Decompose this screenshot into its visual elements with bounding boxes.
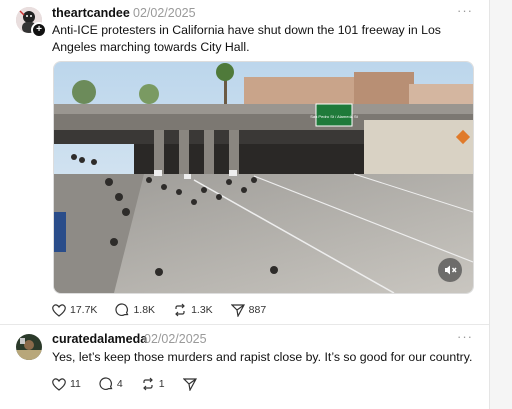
post-1: + theartcandee 02/02/2025 ··· Anti-ICE p… <box>0 0 489 325</box>
comment-icon <box>99 377 113 390</box>
reply-count: 4 <box>116 378 123 390</box>
video-player[interactable]: San Pedro St / Alameda St <box>53 61 474 294</box>
share-button[interactable]: 887 <box>230 303 267 317</box>
avatar-image <box>16 334 42 360</box>
freeway-sign-text: San Pedro St / Alameda St <box>310 114 358 119</box>
like-button[interactable]: 17.7K <box>52 303 98 317</box>
reply-button[interactable]: 4 <box>99 377 123 391</box>
feed-panel: + theartcandee 02/02/2025 ··· Anti-ICE p… <box>0 0 490 409</box>
reply-count: 1.8K <box>133 304 156 316</box>
share-button[interactable] <box>182 377 201 391</box>
share-count: 887 <box>248 304 267 316</box>
avatar[interactable] <box>16 334 42 360</box>
video-frame: San Pedro St / Alameda St <box>54 62 473 293</box>
repost-button[interactable]: 1.3K <box>173 303 213 317</box>
repost-button[interactable]: 1 <box>141 377 165 391</box>
like-count: 11 <box>70 378 81 390</box>
comment-icon <box>115 303 129 316</box>
post-text: Yes, let’s keep those murders and rapist… <box>52 350 473 364</box>
right-gutter <box>490 0 512 409</box>
repost-icon <box>142 377 153 391</box>
more-options-icon[interactable]: ··· <box>457 3 473 18</box>
post-date[interactable]: 02/02/2025 <box>144 332 207 346</box>
repost-count: 1 <box>158 378 165 390</box>
post-actions: 11 4 1 <box>52 377 219 391</box>
post-2: curatedalameda 02/02/2025 ··· Yes, let’s… <box>0 325 489 409</box>
post-text: Anti-ICE protesters in California have s… <box>52 23 441 54</box>
like-count: 17.7K <box>70 304 98 316</box>
send-icon <box>182 378 197 391</box>
speaker-muted-icon <box>445 265 457 275</box>
post-actions: 17.7K 1.8K 1.3K 887 <box>52 303 284 317</box>
mute-button[interactable] <box>438 258 462 282</box>
repost-count: 1.3K <box>191 304 213 316</box>
post-date[interactable]: 02/02/2025 <box>133 6 196 20</box>
more-options-icon[interactable]: ··· <box>457 329 473 344</box>
repost-icon <box>175 303 185 317</box>
follow-plus-icon[interactable]: + <box>31 22 47 38</box>
username[interactable]: curatedalameda <box>52 332 147 346</box>
reply-button[interactable]: 1.8K <box>115 303 155 317</box>
heart-icon <box>52 303 66 317</box>
username[interactable]: theartcandee <box>52 6 130 20</box>
send-icon <box>230 304 245 317</box>
like-button[interactable]: 11 <box>52 377 81 391</box>
heart-icon <box>52 377 66 391</box>
